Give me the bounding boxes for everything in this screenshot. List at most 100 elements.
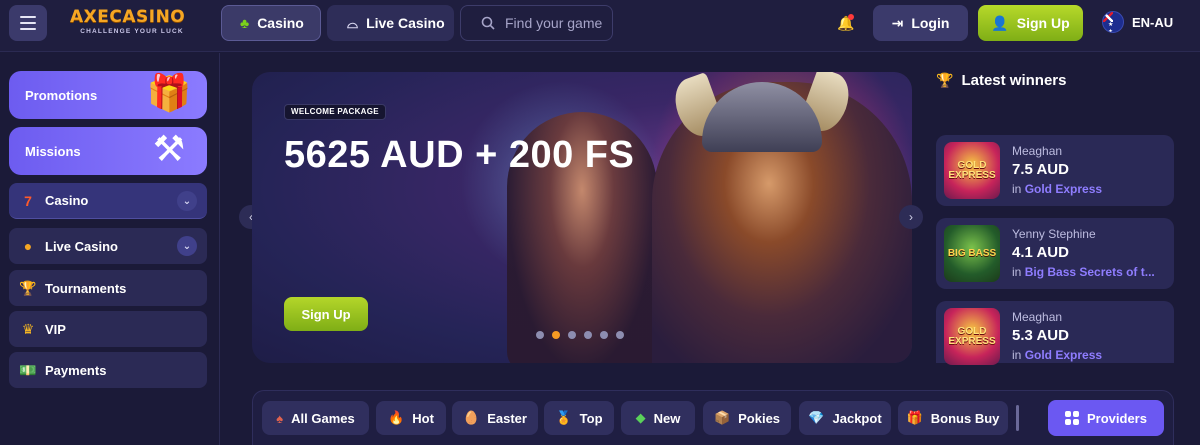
- category-label: Easter: [487, 410, 527, 426]
- language-selector[interactable]: EN-AU: [1102, 11, 1173, 33]
- seven-icon: 7: [24, 192, 32, 209]
- slot-icon: ♠: [276, 410, 284, 426]
- crown-icon: ♛: [21, 320, 35, 337]
- sidebar-missions-card[interactable]: Missions ⚒: [9, 127, 207, 175]
- category-label: Pokies: [738, 410, 781, 426]
- cloche-icon: ⌓: [347, 14, 359, 31]
- game-thumbnail[interactable]: BIG BASS: [944, 225, 1000, 282]
- winner-game: in Gold Express: [1012, 182, 1102, 196]
- category-label: Bonus Buy: [930, 410, 1000, 426]
- category-jackpot[interactable]: 💎 Jackpot: [799, 401, 891, 435]
- category-bar: ♠ All Games 🔥 Hot 🥚 Easter 🏅 Top ◆ New 📦…: [252, 390, 1174, 445]
- language-label: EN-AU: [1132, 14, 1174, 30]
- winner-name: Meaghan: [1012, 310, 1063, 324]
- category-label: Jackpot: [832, 410, 882, 426]
- login-label: Login: [911, 15, 950, 31]
- logo-wordmark: AXECASINO: [70, 7, 186, 27]
- winner-name: Yenny Stephine: [1012, 227, 1096, 241]
- search-input[interactable]: Find your game: [460, 5, 613, 41]
- login-button[interactable]: ⇥ Login: [873, 5, 968, 41]
- box-icon: 📦: [713, 410, 731, 425]
- new-icon: ◆: [635, 410, 646, 425]
- winner-game: in Gold Express: [1012, 348, 1102, 362]
- australia-flag-icon: [1102, 11, 1124, 33]
- winner-game-link[interactable]: Gold Express: [1025, 348, 1102, 362]
- sidebar-item-live-casino[interactable]: ● Live Casino ⌄: [9, 228, 207, 264]
- chevron-down-icon[interactable]: ⌄: [177, 191, 197, 211]
- category-easter[interactable]: 🥚 Easter: [452, 401, 538, 435]
- medal-icon: 🏅: [555, 410, 572, 425]
- game-thumbnail[interactable]: GOLD EXPRESS: [944, 142, 1000, 199]
- hammer-icon: ⚒: [152, 128, 186, 169]
- chevron-down-icon[interactable]: ⌄: [177, 236, 197, 256]
- winner-name: Meaghan: [1012, 144, 1063, 158]
- sidebar-item-label: Live Casino: [45, 238, 118, 254]
- sidebar-item-label: VIP: [45, 321, 66, 337]
- game-thumbnail[interactable]: GOLD EXPRESS: [944, 308, 1000, 365]
- clover-icon: ♣: [240, 15, 250, 31]
- cash-icon: 💵: [19, 361, 37, 378]
- fire-icon: 🔥: [388, 410, 405, 425]
- winner-game-prefix: in: [1012, 182, 1022, 196]
- category-bonus-buy[interactable]: 🎁 Bonus Buy: [898, 401, 1008, 435]
- menu-icon[interactable]: [9, 5, 47, 41]
- category-label: All Games: [291, 410, 355, 426]
- carousel-next-button[interactable]: ›: [899, 205, 923, 229]
- carousel-dot-active[interactable]: [552, 331, 560, 339]
- winner-game-link[interactable]: Big Bass Secrets of t...: [1025, 265, 1155, 279]
- hero-signup-button[interactable]: Sign Up: [284, 297, 368, 331]
- carousel-dot[interactable]: [584, 331, 592, 339]
- sidebar-item-tournaments[interactable]: 🏆 Tournaments: [9, 270, 207, 306]
- nav-casino-button[interactable]: ♣ Casino: [221, 5, 321, 41]
- winner-card[interactable]: GOLD EXPRESS Meaghan 5.3 AUD in Gold Exp…: [936, 301, 1174, 365]
- winner-amount: 7.5 AUD: [1012, 161, 1069, 178]
- sidebar-item-casino[interactable]: 7 Casino ⌄: [9, 183, 207, 219]
- user-plus-icon: 👤: [991, 14, 1009, 31]
- category-hot[interactable]: 🔥 Hot: [376, 401, 446, 435]
- sidebar-item-vip[interactable]: ♛ VIP: [9, 311, 207, 347]
- signup-button[interactable]: 👤 Sign Up: [978, 5, 1083, 41]
- category-scrollbar[interactable]: [1016, 405, 1019, 431]
- search-placeholder: Find your game: [505, 15, 603, 31]
- welcome-package-tag: WELCOME PACKAGE: [284, 104, 386, 120]
- providers-button[interactable]: Providers: [1048, 400, 1164, 436]
- trophy-icon: 🏆: [19, 279, 37, 296]
- chip-icon: ●: [23, 238, 33, 254]
- chevron-right-icon: ›: [909, 210, 913, 224]
- carousel-dot[interactable]: [600, 331, 608, 339]
- carousel-dot[interactable]: [616, 331, 624, 339]
- category-all-games[interactable]: ♠ All Games: [262, 401, 369, 435]
- category-new[interactable]: ◆ New: [621, 401, 695, 435]
- category-label: Top: [579, 410, 603, 426]
- category-top[interactable]: 🏅 Top: [544, 401, 614, 435]
- winner-card[interactable]: GOLD EXPRESS Meaghan 7.5 AUD in Gold Exp…: [936, 135, 1174, 206]
- latest-winners-title: Latest winners: [961, 72, 1067, 89]
- latest-winners-heading: 🏆 Latest winners: [936, 72, 1066, 89]
- hero-banner[interactable]: WELCOME PACKAGE 5625 AUD + 200 FS Sign U…: [252, 72, 912, 363]
- nav-live-casino-button[interactable]: ⌓ Live Casino: [327, 5, 454, 41]
- sidebar-item-label: Payments: [45, 362, 107, 378]
- site-logo[interactable]: AXECASINO CHALLENGE YOUR LUCK: [70, 8, 200, 38]
- grid-icon: [1065, 411, 1079, 425]
- winner-card[interactable]: BIG BASS Yenny Stephine 4.1 AUD in Big B…: [936, 218, 1174, 289]
- category-pokies[interactable]: 📦 Pokies: [703, 401, 791, 435]
- carousel-dot[interactable]: [568, 331, 576, 339]
- top-header: AXECASINO CHALLENGE YOUR LUCK ♣ Casino ⌓…: [0, 0, 1200, 52]
- winner-game: in Big Bass Secrets of t...: [1012, 265, 1155, 279]
- category-label: New: [653, 410, 681, 426]
- promotions-label: Promotions: [25, 87, 98, 103]
- login-icon: ⇥: [891, 14, 904, 31]
- winner-game-prefix: in: [1012, 348, 1022, 362]
- nav-casino-label: Casino: [257, 15, 304, 31]
- winner-amount: 4.1 AUD: [1012, 244, 1069, 261]
- search-icon: [481, 16, 495, 30]
- sidebar-item-label: Tournaments: [45, 280, 127, 296]
- winner-game-link[interactable]: Gold Express: [1025, 182, 1102, 196]
- hero-title: 5625 AUD + 200 FS: [284, 134, 635, 176]
- notifications-bell-icon[interactable]: 🔔: [836, 13, 856, 33]
- sidebar-promotions-card[interactable]: Promotions 🎁: [9, 71, 207, 119]
- carousel-dot[interactable]: [536, 331, 544, 339]
- sidebar-item-payments[interactable]: 💵 Payments: [9, 352, 207, 388]
- providers-label: Providers: [1087, 410, 1147, 426]
- signup-label: Sign Up: [1016, 15, 1070, 31]
